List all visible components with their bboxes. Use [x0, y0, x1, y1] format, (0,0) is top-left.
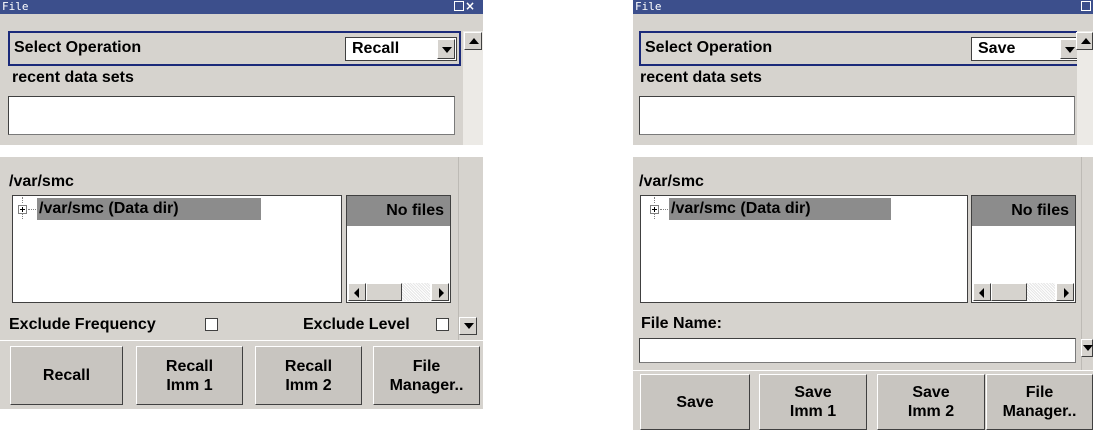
- scroll-thumb[interactable]: [991, 283, 1027, 301]
- file-name-input[interactable]: [639, 338, 1076, 363]
- chevron-down-icon: [442, 47, 452, 53]
- operation-select[interactable]: Save: [971, 37, 1080, 61]
- arrow-up-icon: [469, 38, 479, 44]
- tree-node-data-dir[interactable]: /var/smc (Data dir): [37, 198, 261, 220]
- arrow-left-icon: [979, 288, 984, 298]
- plus-box-icon[interactable]: [18, 205, 27, 214]
- recent-data-sets-list[interactable]: [639, 96, 1075, 135]
- horizontal-scrollbar[interactable]: [973, 283, 1074, 301]
- scroll-track[interactable]: [402, 283, 430, 301]
- recent-data-sets-label: recent data sets: [640, 69, 762, 86]
- operation-select-value: Recall: [352, 40, 400, 57]
- file-manager-button[interactable]: File Manager..: [373, 346, 480, 405]
- file-manager-button[interactable]: File Manager..: [986, 374, 1093, 430]
- scroll-left-button[interactable]: [973, 283, 991, 301]
- horizontal-scrollbar[interactable]: [348, 283, 449, 301]
- recall-imm2-button[interactable]: Recall Imm 2: [255, 346, 362, 405]
- arrow-right-icon: [1064, 288, 1069, 298]
- arrow-down-icon: [464, 323, 474, 329]
- arrow-right-icon: [439, 288, 444, 298]
- recall-button[interactable]: Recall: [10, 346, 123, 405]
- scroll-up-button[interactable]: [1076, 32, 1093, 50]
- window-title: File: [635, 0, 662, 13]
- file-list[interactable]: No files: [971, 195, 1076, 303]
- scroll-down-button[interactable]: [1081, 339, 1093, 357]
- tree-line: [22, 214, 23, 219]
- file-name-label: File Name:: [641, 315, 722, 332]
- scroll-right-button[interactable]: [1056, 283, 1074, 301]
- scroll-left-button[interactable]: [348, 283, 366, 301]
- path-label: /var/smc: [639, 173, 704, 190]
- file-list-header: No files: [347, 196, 450, 226]
- arrow-up-icon: [1081, 38, 1091, 44]
- function-button-bar: Save Save Imm 1 Save Imm 2 File Manager.…: [633, 371, 1093, 430]
- scroll-up-button[interactable]: [464, 32, 482, 50]
- scroll-thumb[interactable]: [366, 283, 402, 301]
- tree-line: [660, 209, 668, 210]
- recall-imm1-button[interactable]: Recall Imm 1: [136, 346, 243, 405]
- recent-data-sets-list[interactable]: [8, 96, 455, 135]
- tree-line: [28, 209, 36, 210]
- file-dialog-save: File Select Operation Save recent data s…: [633, 0, 1093, 430]
- exclude-level-label: Exclude Level: [303, 316, 410, 333]
- vertical-scrollbar[interactable]: [458, 157, 481, 340]
- maximize-icon[interactable]: [454, 1, 464, 11]
- tree-node-data-dir[interactable]: /var/smc (Data dir): [669, 198, 891, 220]
- select-operation-label: Select Operation: [14, 39, 142, 56]
- arrow-left-icon: [354, 288, 359, 298]
- scroll-track[interactable]: [1027, 283, 1055, 301]
- operation-select[interactable]: Recall: [345, 37, 457, 61]
- exclude-level-checkbox[interactable]: [436, 318, 449, 331]
- arrow-down-icon: [1083, 345, 1093, 351]
- save-imm1-button[interactable]: Save Imm 1: [759, 374, 867, 430]
- file-browser-panel: /var/smc /var/smc (Data dir) No files Ex…: [0, 157, 483, 340]
- exclude-frequency-label: Exclude Frequency: [9, 316, 156, 333]
- select-operation-row[interactable]: Select Operation Save: [639, 31, 1089, 66]
- dropdown-button[interactable]: [437, 39, 455, 59]
- tree-line: [654, 214, 655, 219]
- select-operation-row[interactable]: Select Operation Recall: [8, 31, 461, 66]
- operation-panel: Select Operation Save recent data sets: [633, 14, 1093, 145]
- directory-tree[interactable]: /var/smc (Data dir): [12, 195, 342, 303]
- title-bar[interactable]: File: [633, 0, 1093, 14]
- tree-line: [22, 197, 23, 203]
- plus-box-icon[interactable]: [650, 205, 659, 214]
- file-browser-panel: /var/smc /var/smc (Data dir) No files Fi…: [633, 157, 1093, 370]
- path-label: /var/smc: [9, 173, 74, 190]
- scroll-right-button[interactable]: [431, 283, 449, 301]
- window-title: File: [2, 0, 29, 13]
- close-icon[interactable]: ×: [465, 0, 475, 12]
- maximize-icon[interactable]: [1081, 1, 1091, 11]
- tree-line: [654, 197, 655, 203]
- scroll-down-button[interactable]: [459, 317, 477, 335]
- file-dialog-recall: File × Select Operation Recall recent da…: [0, 0, 483, 430]
- operation-panel: Select Operation Recall recent data sets: [0, 14, 483, 145]
- title-bar[interactable]: File ×: [0, 0, 483, 14]
- function-button-bar: Recall Recall Imm 1 Recall Imm 2 File Ma…: [0, 341, 483, 409]
- save-button[interactable]: Save: [640, 374, 750, 430]
- save-imm2-button[interactable]: Save Imm 2: [877, 374, 985, 430]
- recent-data-sets-label: recent data sets: [12, 69, 134, 86]
- select-operation-label: Select Operation: [645, 39, 773, 56]
- file-list[interactable]: No files: [346, 195, 451, 303]
- directory-tree[interactable]: /var/smc (Data dir): [640, 195, 968, 303]
- file-list-header: No files: [972, 196, 1075, 226]
- chevron-down-icon: [1065, 47, 1075, 53]
- exclude-frequency-checkbox[interactable]: [205, 318, 218, 331]
- operation-select-value: Save: [978, 40, 1016, 57]
